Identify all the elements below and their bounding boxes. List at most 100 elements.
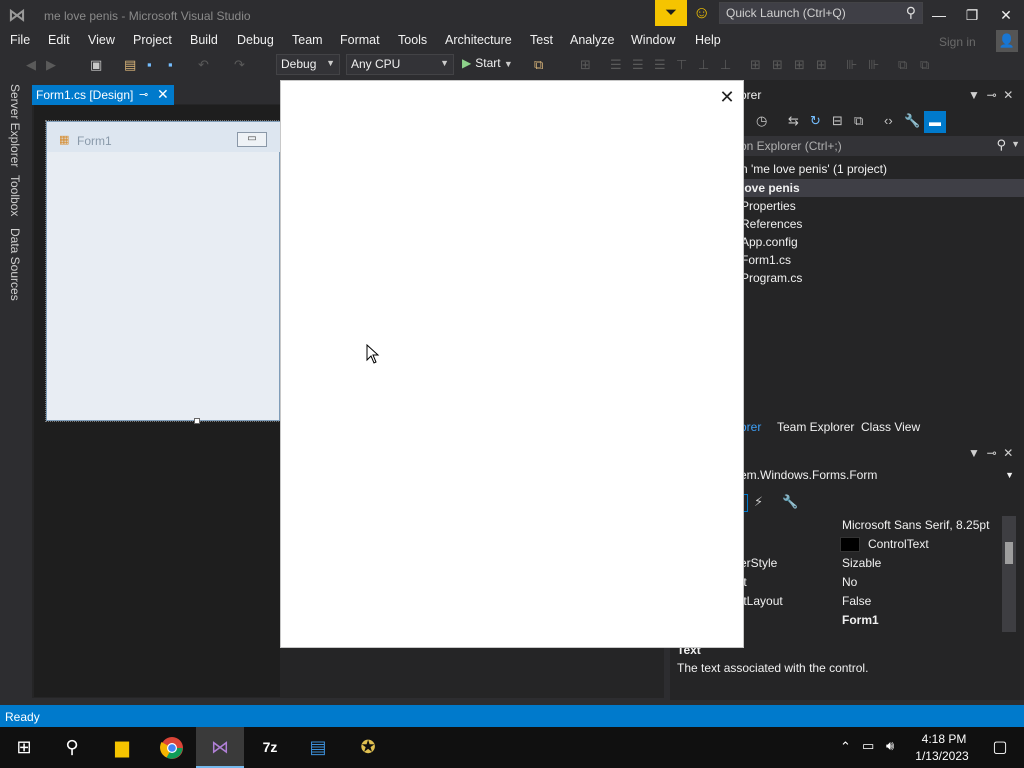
view-code-icon[interactable]: ‹› [884, 113, 893, 128]
undo-icon[interactable]: ↶ [198, 57, 209, 73]
rail-toolbox[interactable]: Toolbox [8, 175, 22, 216]
clock-time[interactable]: 4:18 PM [916, 732, 972, 746]
menu-build[interactable]: Build [190, 33, 218, 47]
align-left-icon[interactable]: ☰ [610, 57, 622, 73]
navigate-forward-icon[interactable]: ▶ [46, 57, 56, 73]
pin-icon[interactable]: ⊸ [139, 88, 148, 101]
account-icon[interactable]: 👤 [996, 30, 1018, 52]
menu-project[interactable]: Project [133, 33, 172, 47]
pin-icon[interactable]: ⊸ [987, 446, 997, 460]
dropdown-icon[interactable]: ▼ [968, 446, 980, 460]
menu-debug[interactable]: Debug [237, 33, 274, 47]
minimize-button[interactable]: — [924, 4, 954, 26]
chevron-up-icon[interactable]: ⌃ [840, 739, 851, 755]
find-in-files-icon[interactable]: ⧉ [534, 57, 543, 73]
size-to-grid-icon[interactable]: ⊞ [816, 57, 827, 73]
preview-selected-icon[interactable]: ▬ [924, 111, 946, 133]
properties-object-select[interactable]: em.Windows.Forms.Form ▼ [740, 468, 1020, 486]
close-icon[interactable]: ✕ [1003, 88, 1013, 102]
align-right-icon[interactable]: ☰ [654, 57, 666, 73]
events-lightning-icon[interactable]: ⚡ [754, 494, 763, 510]
navigate-back-icon[interactable]: ◀ [26, 57, 36, 73]
popup-close-button[interactable]: ✕ [717, 87, 737, 107]
tab-team-explorer[interactable]: Team Explorer [777, 420, 854, 434]
tree-item-project[interactable]: love penis [741, 181, 800, 195]
make-same-height-icon[interactable]: ⊞ [772, 57, 783, 73]
visual-studio-taskbar-icon[interactable]: ⋈ [196, 727, 244, 768]
menu-help[interactable]: Help [695, 33, 721, 47]
horizontal-spacing-icon[interactable]: ⊪ [846, 57, 857, 73]
align-middle-icon[interactable]: ⊥ [698, 57, 709, 73]
redo-icon[interactable]: ↷ [234, 57, 245, 73]
make-same-width-icon[interactable]: ⊞ [750, 57, 761, 73]
start-debugging-button[interactable]: ▶ Start ▼ [462, 56, 513, 70]
network-icon[interactable]: ▭ [862, 738, 874, 754]
new-project-icon[interactable]: ▣ [90, 57, 102, 73]
menu-architecture[interactable]: Architecture [445, 33, 512, 47]
volume-icon[interactable]: 🔊︎ [886, 738, 894, 754]
tree-item-solution[interactable]: n 'me love penis' (1 project) [741, 162, 887, 176]
align-icon[interactable]: ⊞ [580, 57, 591, 73]
menu-file[interactable]: File [10, 33, 30, 47]
collapse-all-icon[interactable]: ⊟ [832, 113, 843, 129]
properties-scrollbar[interactable] [1002, 516, 1016, 632]
properties-wrench-icon[interactable]: 🔧 [904, 113, 920, 129]
app-window-icon[interactable]: ▤ [294, 727, 342, 768]
property-pages-wrench-icon[interactable]: 🔧 [782, 494, 798, 510]
menu-edit[interactable]: Edit [48, 33, 70, 47]
menu-team[interactable]: Team [292, 33, 323, 47]
feedback-smiley-icon[interactable]: ☺ [693, 3, 713, 23]
tree-item-references[interactable]: References [741, 217, 802, 231]
scrollbar-thumb[interactable] [1005, 542, 1013, 564]
tree-item-app-config[interactable]: App.config [741, 235, 798, 249]
tab-form1-design[interactable]: Form1.cs [Design] ⊸ ✕ [32, 85, 174, 105]
align-center-icon[interactable]: ☰ [632, 57, 644, 73]
rail-data-sources[interactable]: Data Sources [8, 228, 22, 301]
close-tab-icon[interactable]: ✕ [157, 86, 169, 103]
menu-view[interactable]: View [88, 33, 115, 47]
make-same-size-icon[interactable]: ⊞ [794, 57, 805, 73]
file-explorer-icon[interactable]: ▆ [98, 727, 146, 768]
solution-platform-select[interactable]: Any CPU ▼ [346, 54, 454, 75]
feedback-filter-icon[interactable]: ⏷ [655, 0, 687, 26]
dropdown-icon[interactable]: ▼ [968, 88, 980, 102]
windows-start-icon[interactable]: ⊞ [0, 727, 48, 768]
tree-item-form1-cs[interactable]: Form1.cs [741, 253, 791, 267]
form1-designer-window[interactable]: ▦ Form1 ▭ [46, 121, 281, 421]
rail-server-explorer[interactable]: Server Explorer [8, 84, 22, 167]
menu-format[interactable]: Format [340, 33, 380, 47]
solution-explorer-search[interactable]: on Explorer (Ctrl+;) ⚲ ▼ [740, 136, 1024, 156]
search-icon[interactable]: ⚲ [48, 727, 96, 768]
menu-analyze[interactable]: Analyze [570, 33, 614, 47]
solution-configuration-select[interactable]: Debug ▼ [276, 54, 340, 75]
quick-launch-search[interactable]: Quick Launch (Ctrl+Q) ⚲ [719, 2, 923, 24]
vertical-spacing-icon[interactable]: ⊪ [868, 57, 879, 73]
7zip-icon[interactable]: 7z [246, 727, 294, 768]
blank-popup-window[interactable]: ✕ [280, 80, 744, 648]
menu-test[interactable]: Test [530, 33, 553, 47]
align-top-icon[interactable]: ⊤ [676, 57, 687, 73]
restore-button[interactable]: ❐ [957, 4, 987, 26]
menu-window[interactable]: Window [631, 33, 675, 47]
notification-center-icon[interactable]: ▢ [980, 727, 1020, 768]
chrome-icon[interactable] [148, 727, 196, 768]
app-icon[interactable]: ✪ [344, 727, 392, 768]
sync-icon[interactable]: ⇆ [788, 113, 799, 129]
save-icon[interactable]: ▪ [147, 57, 152, 72]
send-to-back-icon[interactable]: ⧉ [920, 57, 929, 73]
save-all-icon[interactable]: ▪ [168, 57, 173, 72]
menu-tools[interactable]: Tools [398, 33, 427, 47]
tree-item-properties[interactable]: Properties [741, 199, 796, 213]
sign-in-link[interactable]: Sign in [939, 35, 976, 49]
align-bottom-icon[interactable]: ⊥ [720, 57, 731, 73]
open-file-icon[interactable]: ▤ [124, 57, 136, 73]
show-all-files-icon[interactable]: ⧉ [854, 113, 863, 129]
bring-to-front-icon[interactable]: ⧉ [898, 57, 907, 73]
tree-item-program-cs[interactable]: Program.cs [741, 271, 802, 285]
close-icon[interactable]: ✕ [1003, 446, 1013, 460]
history-icon[interactable]: ◷ [756, 113, 767, 129]
clock-date[interactable]: 1/13/2023 [912, 749, 972, 763]
pin-icon[interactable]: ⊸ [987, 88, 997, 102]
resize-handle[interactable] [194, 418, 200, 424]
tab-class-view[interactable]: Class View [861, 420, 920, 434]
